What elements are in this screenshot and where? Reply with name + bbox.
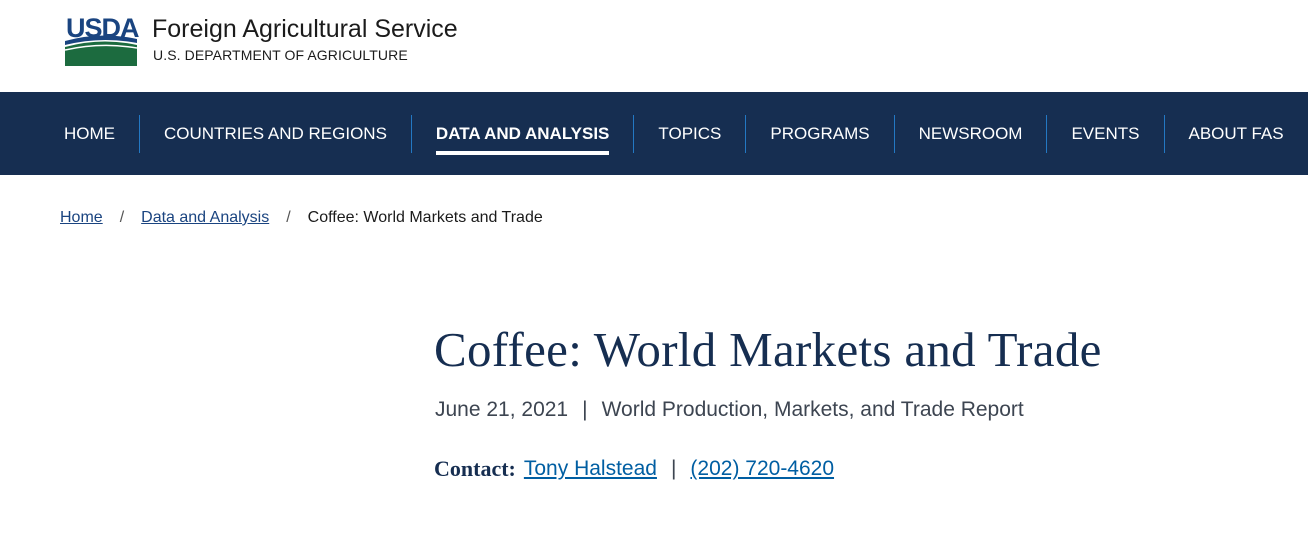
contact-separator: | <box>670 457 677 480</box>
main-nav: HOME COUNTRIES AND REGIONS DATA AND ANAL… <box>0 92 1308 175</box>
report-meta: June 21, 2021 | World Production, Market… <box>435 396 1024 424</box>
breadcrumb-link-home[interactable]: Home <box>60 207 103 229</box>
breadcrumb-link-data-and-analysis[interactable]: Data and Analysis <box>141 207 269 229</box>
breadcrumb-separator: / <box>286 209 291 226</box>
breadcrumb-separator: / <box>119 209 125 226</box>
nav-item-topics: TOPICS <box>633 114 745 153</box>
nav-link-countries-and-regions[interactable]: COUNTRIES AND REGIONS <box>164 123 387 145</box>
nav-link-newsroom[interactable]: NEWSROOM <box>919 123 1023 145</box>
nav-link-data-and-analysis[interactable]: DATA AND ANALYSIS <box>436 123 609 145</box>
nav-link-programs[interactable]: PROGRAMS <box>770 123 869 145</box>
nav-link-topics[interactable]: TOPICS <box>658 123 721 145</box>
nav-item-data-and-analysis: DATA AND ANALYSIS <box>410 114 633 153</box>
nav-link-events[interactable]: EVENTS <box>1071 123 1139 145</box>
contact-line: Contact: Tony Halstead | (202) 720-4620 <box>434 455 834 483</box>
report-date: June 21, 2021 <box>435 398 569 421</box>
nav-link-home[interactable]: HOME <box>64 123 115 145</box>
nav-item-programs: PROGRAMS <box>745 114 893 153</box>
site-title[interactable]: Foreign Agricultural Service <box>152 14 458 44</box>
nav-item-countries-and-regions: COUNTRIES AND REGIONS <box>139 114 411 153</box>
site-subtitle: U.S. DEPARTMENT OF AGRICULTURE <box>153 47 408 63</box>
report-type: World Production, Markets, and Trade Rep… <box>601 398 1024 421</box>
contact-phone-link[interactable]: (202) 720-4620 <box>690 455 834 483</box>
breadcrumb-current: Coffee: World Markets and Trade <box>307 209 543 226</box>
nav-list: HOME COUNTRIES AND REGIONS DATA AND ANAL… <box>40 92 1308 175</box>
contact-label: Contact: <box>434 456 516 481</box>
nav-item-about-fas: ABOUT FAS <box>1163 114 1308 153</box>
site-header: USDA Foreign Agricultural Service U.S. D… <box>0 0 1308 92</box>
nav-link-about-fas[interactable]: ABOUT FAS <box>1189 123 1284 145</box>
nav-item-newsroom: NEWSROOM <box>893 114 1047 153</box>
usda-logo-text: USDA <box>66 13 140 43</box>
nav-item-home: HOME <box>40 115 139 153</box>
meta-separator: | <box>582 398 588 421</box>
breadcrumb: Home / Data and Analysis / Coffee: World… <box>60 207 543 229</box>
nav-item-events: EVENTS <box>1046 114 1163 153</box>
contact-name-link[interactable]: Tony Halstead <box>524 455 657 483</box>
page-title: Coffee: World Markets and Trade <box>434 322 1102 377</box>
